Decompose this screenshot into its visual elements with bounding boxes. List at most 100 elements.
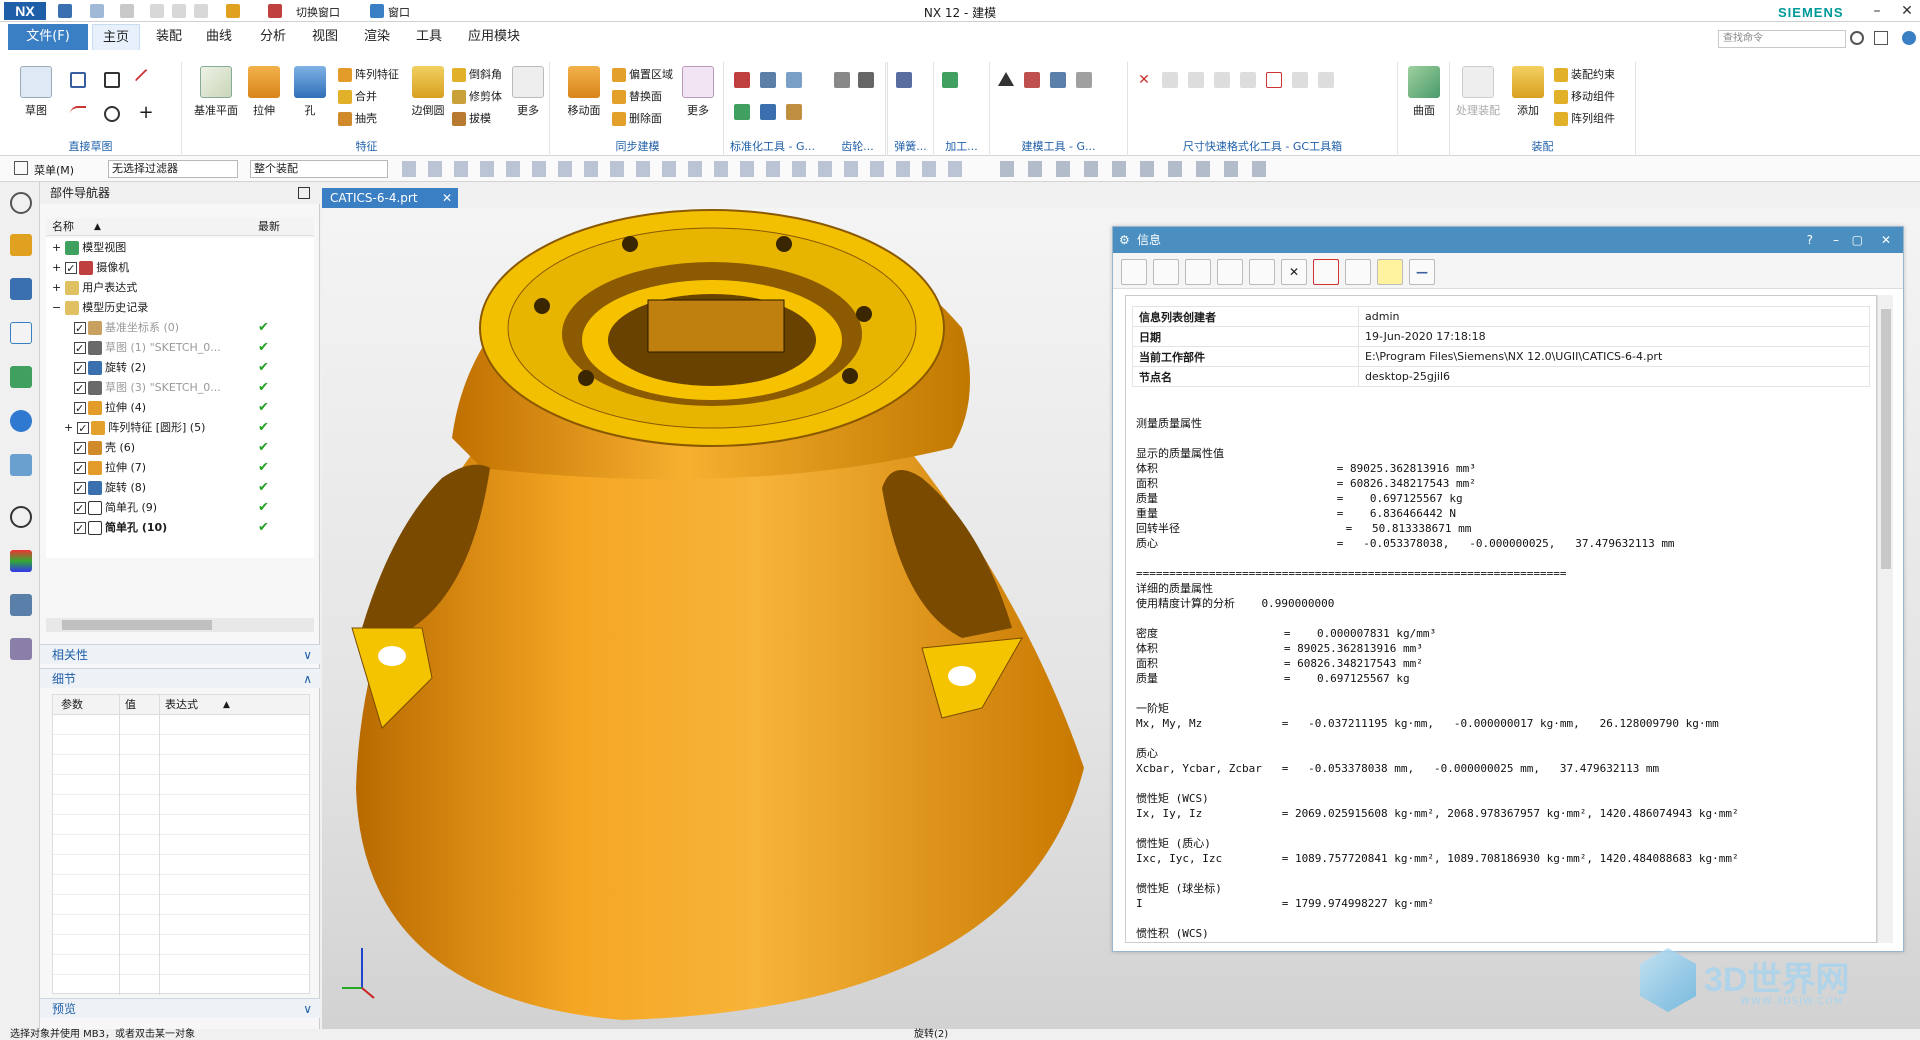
menu-button[interactable]: 菜单(M) (34, 162, 74, 178)
draft-button[interactable]: 拔模 (452, 110, 491, 128)
tab-curve[interactable]: 曲线 (196, 24, 242, 50)
file-menu[interactable]: 文件(F) (8, 24, 88, 50)
close-icon[interactable]: ✕ (1881, 227, 1891, 253)
view-toolbar-icons[interactable] (1000, 161, 1280, 177)
search-icon[interactable] (1850, 31, 1864, 45)
gear-tool-2-icon[interactable] (858, 72, 874, 88)
print-icon[interactable] (1153, 259, 1179, 285)
rectangle-icon[interactable] (104, 72, 120, 88)
maximize-icon[interactable]: ▢ (1852, 227, 1863, 253)
process-studio-icon[interactable] (10, 594, 32, 616)
tree-item[interactable]: 草图 (1) "SKETCH_0...✔ (74, 338, 314, 359)
surface-button[interactable]: 曲面 (1402, 66, 1446, 118)
binoculars-icon[interactable] (1345, 259, 1371, 285)
maximize-navigator-icon[interactable] (298, 187, 310, 199)
system-materials-icon[interactable] (10, 550, 32, 572)
std-tool-2-icon[interactable] (760, 72, 776, 88)
std-tool-4-icon[interactable] (734, 104, 750, 120)
tree-item[interactable]: 拉伸 (4)✔ (74, 398, 314, 419)
tree-item[interactable]: + 模型视图 (46, 238, 314, 258)
offset-region-button[interactable]: 偏置区域 (612, 66, 673, 84)
line-icon[interactable] (134, 68, 158, 92)
column-latest[interactable]: 最新 (258, 218, 280, 236)
datum-plane-button[interactable]: 基准平面 (194, 66, 238, 118)
sketch-button[interactable]: 草图 (14, 66, 58, 118)
dependency-panel-header[interactable]: 相关性 ∨ (40, 644, 320, 664)
edge-blend-button[interactable]: 边倒圆 (406, 66, 450, 118)
find-icon[interactable] (1313, 259, 1339, 285)
tab-assembly[interactable]: 装配 (146, 24, 192, 50)
assembly-constraint-button[interactable]: 装配约束 (1554, 66, 1615, 84)
dim-h7-2-icon[interactable] (1318, 72, 1334, 88)
gear-tool-icon[interactable] (834, 72, 850, 88)
paste-icon[interactable] (1249, 259, 1275, 285)
collapse-icon[interactable]: — (1409, 259, 1435, 285)
circle-icon[interactable] (104, 106, 120, 122)
delete-icon[interactable]: ✕ (1281, 259, 1307, 285)
ribbon-toggle-icon[interactable] (1874, 31, 1888, 45)
part-navigator-icon[interactable] (10, 322, 32, 344)
minimize-icon[interactable]: – (1833, 227, 1839, 253)
std-tool-6-icon[interactable] (786, 104, 802, 120)
dim-format-3-icon[interactable] (1214, 72, 1230, 88)
info-scrollbar[interactable] (1877, 295, 1893, 943)
tab-render[interactable]: 渲染 (354, 24, 400, 50)
hole-button[interactable]: 孔 (288, 66, 332, 118)
shell-button[interactable]: 抽壳 (338, 110, 377, 128)
history-icon[interactable] (10, 506, 32, 528)
tab-analysis[interactable]: 分析 (250, 24, 296, 50)
preview-panel-header[interactable]: 预览 ∨ (40, 998, 320, 1018)
tree-item[interactable]: +阵列特征 [圆形] (5)✔ (64, 418, 314, 439)
snap-toolbar-icons[interactable] (402, 161, 962, 177)
std-tool-1-icon[interactable] (734, 72, 750, 88)
tab-view[interactable]: 视图 (302, 24, 348, 50)
info-title-bar[interactable]: ⚙ 信息 ? – ▢ ✕ (1113, 227, 1903, 253)
dim-h7-icon[interactable] (1292, 72, 1308, 88)
move-face-button[interactable]: 移动面 (562, 66, 606, 118)
delete-face-button[interactable]: 删除面 (612, 110, 662, 128)
std-tool-3-icon[interactable] (786, 72, 802, 88)
triangle-icon[interactable] (998, 72, 1014, 86)
pattern-feature-button[interactable]: 阵列特征 (338, 66, 399, 84)
tree-item[interactable]: 拉伸 (7)✔ (74, 458, 314, 479)
chamfer-button[interactable]: 倒斜角 (452, 66, 502, 84)
profile-icon[interactable] (70, 72, 86, 88)
std-tool-5-icon[interactable] (760, 104, 776, 120)
tree-item[interactable]: 草图 (3) "SKETCH_0...✔ (74, 378, 314, 399)
tree-item[interactable]: 壳 (6)✔ (74, 438, 314, 459)
tree-item[interactable]: +摄像机 (46, 258, 314, 279)
help-icon[interactable]: ? (1807, 227, 1813, 253)
dim-clear-icon[interactable] (1266, 72, 1282, 88)
minimize-button[interactable]: – (1866, 3, 1888, 19)
more-sync-button[interactable]: 更多 (676, 66, 720, 118)
delete-dim-icon[interactable]: ✕ (1136, 72, 1152, 88)
move-component-button[interactable]: 移动组件 (1554, 88, 1615, 106)
dim-format-4-icon[interactable] (1240, 72, 1256, 88)
dim-format-1-icon[interactable] (1162, 72, 1178, 88)
assembly-navigator-icon[interactable] (10, 234, 32, 256)
modeling-tool-4-icon[interactable] (1076, 72, 1092, 88)
details-panel-header[interactable]: 细节 ∧ (40, 668, 320, 688)
add-component-button[interactable]: 添加 (1506, 66, 1550, 118)
reuse-library-icon[interactable] (10, 366, 32, 388)
word-wrap-icon[interactable] (1377, 259, 1403, 285)
cut-icon[interactable] (1185, 259, 1211, 285)
part-file-tab[interactable]: CATICS-6-4.prt ✕ (322, 188, 458, 208)
type-filter-select[interactable]: 无选择过滤器 (108, 160, 238, 178)
dim-format-2-icon[interactable] (1188, 72, 1204, 88)
more-feature-button[interactable]: 更多 (506, 66, 550, 118)
roles-icon[interactable] (10, 638, 32, 660)
close-tab-icon[interactable]: ✕ (442, 188, 452, 208)
settings-icon[interactable] (10, 192, 32, 214)
arc-icon[interactable] (70, 106, 86, 122)
tree-item[interactable]: 旋转 (2)✔ (74, 358, 314, 379)
help-icon[interactable] (1902, 31, 1916, 45)
horizontal-scrollbar[interactable] (46, 618, 314, 632)
tab-tools[interactable]: 工具 (406, 24, 452, 50)
tree-item[interactable]: 简单孔 (9)✔ (74, 498, 314, 519)
web-browser-icon[interactable] (10, 454, 32, 476)
extrude-button[interactable]: 拉伸 (242, 66, 286, 118)
copy-icon[interactable] (1217, 259, 1243, 285)
command-search-input[interactable]: 查找命令 (1718, 30, 1846, 48)
tree-item[interactable]: 基准坐标系 (0)✔ (74, 318, 314, 339)
